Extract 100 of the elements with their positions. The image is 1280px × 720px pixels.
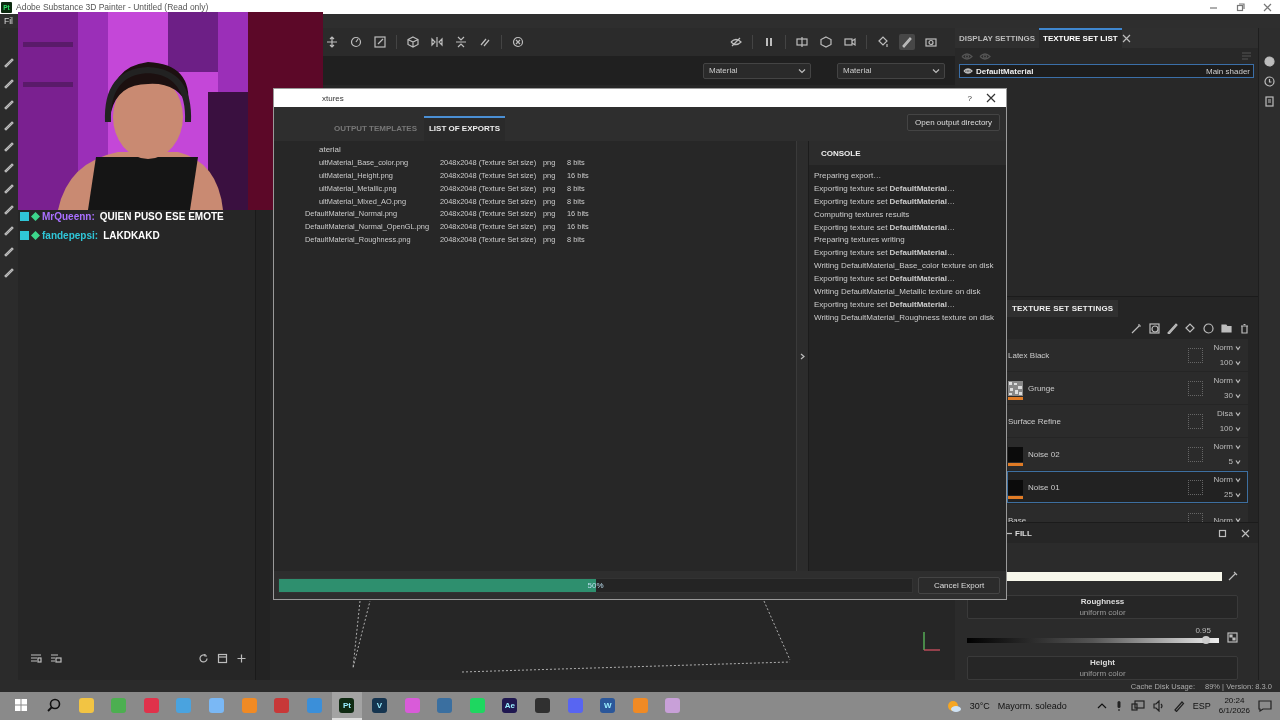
chevron-icon[interactable] xyxy=(1235,425,1241,432)
opacity-dropdown[interactable]: 100 xyxy=(1219,358,1241,368)
chevron-right-icon[interactable] xyxy=(800,352,805,360)
chevron-icon[interactable] xyxy=(1235,491,1241,498)
eyedropper-icon[interactable] xyxy=(1228,571,1238,581)
taskbar-app[interactable]: Pt xyxy=(331,692,362,720)
speaker-icon[interactable] xyxy=(1152,700,1165,712)
chevron-icon[interactable] xyxy=(1235,443,1241,450)
pen-icon[interactable] xyxy=(1172,700,1185,712)
search-icon[interactable] xyxy=(46,698,61,712)
value-slider[interactable] xyxy=(967,638,1219,643)
chevron-icon[interactable] xyxy=(1235,359,1241,366)
layer-row[interactable]: Noise 02 Norm 5 xyxy=(1007,438,1248,471)
maximize-icon[interactable] xyxy=(1236,2,1245,12)
folder-icon[interactable] xyxy=(1221,322,1232,334)
refresh-icon[interactable] xyxy=(198,652,209,664)
material-row[interactable]: DefaultMaterial Main shader xyxy=(959,64,1254,78)
network-icon[interactable] xyxy=(1130,700,1145,712)
history-icon[interactable] xyxy=(1264,76,1275,87)
close-icon[interactable] xyxy=(986,93,996,103)
open-output-directory-button[interactable]: Open output directory xyxy=(907,114,1000,131)
chevron-icon[interactable] xyxy=(1235,377,1241,384)
pencil-icon[interactable] xyxy=(3,203,15,215)
chevron-icon[interactable] xyxy=(1235,476,1241,483)
opacity-dropdown[interactable]: 100 xyxy=(1219,424,1241,434)
mask-slot[interactable] xyxy=(1188,380,1203,396)
material-dropdown[interactable]: Material xyxy=(837,62,945,79)
plus-icon[interactable] xyxy=(236,652,247,664)
move-icon[interactable] xyxy=(326,36,338,48)
layer-row[interactable]: Latex Black Norm 100 xyxy=(1007,339,1248,372)
taskbar-app[interactable]: V xyxy=(364,692,395,720)
brush-icon[interactable] xyxy=(3,56,15,68)
microphone-icon[interactable] xyxy=(1114,700,1123,712)
help-button[interactable]: ? xyxy=(967,93,972,103)
reset-icon[interactable] xyxy=(512,36,524,48)
square-icon[interactable] xyxy=(217,652,228,664)
list-icon[interactable] xyxy=(30,653,42,663)
taskbar-app[interactable]: Ae xyxy=(494,692,525,720)
slider-thumb[interactable] xyxy=(1202,636,1211,644)
document-icon[interactable] xyxy=(1264,96,1275,107)
layer-row[interactable]: Grunge Norm 30 xyxy=(1007,372,1248,405)
weather-icon[interactable] xyxy=(945,699,962,713)
blend-mode-dropdown[interactable]: Norm xyxy=(1213,515,1241,522)
color-swatch[interactable] xyxy=(1007,571,1222,581)
material-dropdown[interactable]: Material xyxy=(703,62,811,79)
language-indicator[interactable]: ESP xyxy=(1192,701,1211,711)
collapse-icon[interactable] xyxy=(1007,530,1012,536)
close-icon[interactable] xyxy=(1121,34,1131,43)
wand-icon[interactable] xyxy=(1131,322,1142,334)
channel-card[interactable]: Roughness uniform color xyxy=(967,595,1238,619)
chevron-up-icon[interactable] xyxy=(1096,702,1107,710)
slash-icon[interactable] xyxy=(479,36,491,48)
camera-icon[interactable] xyxy=(925,36,937,48)
panel-tab[interactable]: TEXTURE SET SETTINGS xyxy=(1007,300,1119,318)
menu-item[interactable]: Fil xyxy=(4,16,13,26)
chevron-icon[interactable] xyxy=(798,67,806,74)
blend-mode-dropdown[interactable]: Norm xyxy=(1213,343,1241,353)
notification-icon[interactable] xyxy=(1258,700,1272,712)
mask-slot[interactable] xyxy=(1188,446,1203,462)
layer-row[interactable]: Base Norm xyxy=(1007,504,1248,522)
brush-icon[interactable] xyxy=(1167,322,1178,334)
panel-tab[interactable]: TEXTURE SET LIST xyxy=(1039,28,1122,48)
split-icon[interactable] xyxy=(796,36,808,48)
mirror-icon[interactable] xyxy=(431,36,443,48)
chevron-icon[interactable] xyxy=(1235,458,1241,465)
rotate-icon[interactable] xyxy=(350,36,362,48)
undock-icon[interactable] xyxy=(1218,528,1227,538)
chevron-icon[interactable] xyxy=(1235,392,1241,399)
blend-mode-dropdown[interactable]: Norm xyxy=(1213,442,1241,452)
cancel-export-button[interactable]: Cancel Export xyxy=(918,576,1000,594)
blend-mode-dropdown[interactable]: Disa xyxy=(1217,409,1241,419)
layer-row[interactable]: Surface Refine Disa 100 xyxy=(1007,405,1248,438)
blend-mode-dropdown[interactable]: Norm xyxy=(1213,376,1241,386)
chevron-icon[interactable] xyxy=(1235,517,1241,522)
opacity-dropdown[interactable]: 30 xyxy=(1224,391,1241,401)
opacity-dropdown[interactable]: 5 xyxy=(1228,457,1241,467)
blend-mode-dropdown[interactable]: Norm xyxy=(1213,475,1241,485)
mask-slot[interactable] xyxy=(1188,413,1203,429)
chevron-icon[interactable] xyxy=(932,67,940,74)
chevron-icon[interactable] xyxy=(1235,410,1241,417)
close-icon[interactable] xyxy=(1241,528,1250,538)
layer-row[interactable]: Noise 01 Norm 25 xyxy=(1007,471,1248,504)
opacity-dropdown[interactable]: 25 xyxy=(1224,490,1241,500)
hide-icon[interactable] xyxy=(730,36,742,48)
list-icon[interactable] xyxy=(50,653,62,663)
taskbar-app[interactable]: W xyxy=(592,692,623,720)
mask-slot[interactable] xyxy=(1188,479,1203,495)
dialog-tab[interactable]: LIST OF EXPORTS xyxy=(423,116,506,141)
channel-card[interactable]: Height uniform color xyxy=(967,656,1238,680)
brush-icon[interactable] xyxy=(901,36,913,48)
pause-icon[interactable] xyxy=(763,36,775,48)
video-camera-icon[interactable] xyxy=(844,36,856,48)
windows-start-icon[interactable] xyxy=(14,698,28,712)
chevron-icon[interactable] xyxy=(1235,344,1241,351)
mask-slot[interactable] xyxy=(1188,347,1203,363)
texture-icon[interactable] xyxy=(1227,632,1238,643)
mask-icon[interactable] xyxy=(1149,322,1160,334)
scale-icon[interactable] xyxy=(374,36,386,48)
symmetry-icon[interactable] xyxy=(455,36,467,48)
clock[interactable]: 20:24 6/1/2026 xyxy=(1218,696,1250,716)
